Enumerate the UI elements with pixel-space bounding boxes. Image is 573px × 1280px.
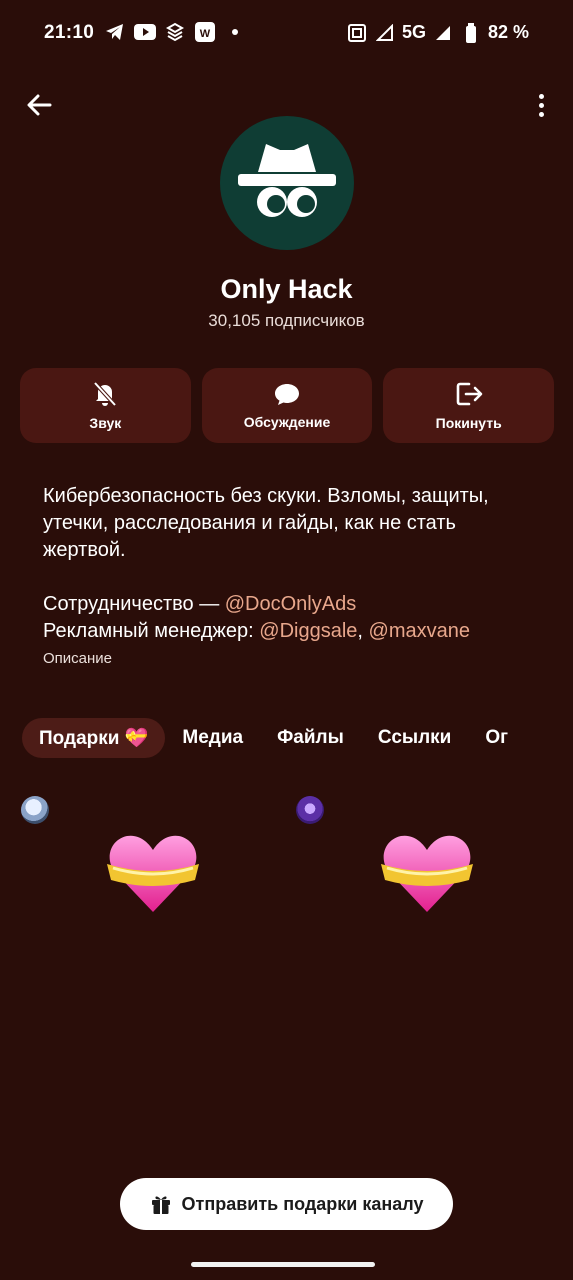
cooperation-line: Сотрудничество — @DocOnlyAds — [43, 591, 543, 618]
bell-off-icon — [93, 381, 117, 406]
status-time: 21:10 — [44, 22, 95, 43]
home-indicator[interactable] — [191, 1262, 375, 1267]
manager-prefix: Рекламный менеджер: — [43, 620, 260, 642]
signal-full-icon — [432, 23, 454, 43]
gift-sender-avatar[interactable] — [21, 796, 49, 824]
app-icon — [164, 22, 186, 42]
tab-bar: Подарки 💝 Медиа Файлы Ссылки Ог — [0, 710, 573, 766]
send-gifts-button[interactable]: Отправить подарки каналу — [120, 1178, 453, 1230]
tab-media[interactable]: Медиа — [165, 718, 260, 758]
cooperation-prefix: Сотрудничество — — [43, 593, 225, 615]
description-label: Описание — [43, 650, 113, 667]
gift-sender-avatar[interactable] — [296, 796, 324, 824]
manager-link-diggsale[interactable]: @Diggsale — [259, 620, 357, 642]
send-gifts-label: Отправить подарки каналу — [181, 1193, 424, 1214]
channel-description: Кибербезопасность без скуки. Взломы, защ… — [43, 483, 543, 645]
mute-button[interactable]: Звук — [20, 368, 191, 443]
channel-avatar[interactable] — [220, 116, 354, 250]
telegram-icon — [104, 22, 126, 42]
gift-box-icon — [151, 1196, 170, 1214]
svg-text:W: W — [200, 28, 211, 40]
leave-button[interactable]: Покинуть — [383, 368, 555, 443]
manager-link-maxvane[interactable]: @maxvane — [369, 620, 470, 642]
channel-title: Only Hack — [220, 274, 353, 304]
manager-line: Рекламный менеджер: @Diggsale, @maxvane — [43, 618, 543, 645]
cooperation-link[interactable]: @DocOnlyAds — [225, 593, 356, 615]
dot-icon — [224, 22, 246, 42]
subscriber-count: 30,105 подписчиков — [208, 311, 365, 330]
tab-links[interactable]: Ссылки — [361, 718, 469, 758]
nfc-icon — [346, 23, 368, 43]
battery-icon — [460, 22, 482, 43]
channel-actions: Звук Обсуждение Покинуть — [20, 368, 555, 443]
description-text: Кибербезопасность без скуки. Взломы, защ… — [43, 485, 489, 561]
heart-gift-icon[interactable] — [377, 826, 477, 916]
network-type: 5G — [401, 22, 426, 42]
status-right: 5G 82 % — [346, 22, 529, 43]
heart-gift-icon[interactable] — [103, 826, 203, 916]
tab-list: Подарки 💝 Медиа Файлы Ссылки Ог — [22, 718, 525, 758]
more-dot — [538, 93, 544, 99]
arrow-left-icon — [27, 94, 52, 116]
chat-bubble-icon — [275, 383, 299, 405]
back-button[interactable] — [22, 88, 56, 122]
youtube-icon — [134, 22, 156, 42]
more-dot — [538, 102, 544, 108]
more-options-button[interactable] — [529, 88, 553, 122]
discussion-label: Обсуждение — [243, 413, 331, 430]
notification-icons: W — [104, 22, 246, 42]
tab-gifts[interactable]: Подарки 💝 — [22, 718, 166, 758]
more-dot — [538, 111, 544, 117]
spy-hat-icon — [238, 144, 336, 217]
tab-files[interactable]: Файлы — [260, 718, 361, 758]
signal-icon — [374, 23, 396, 43]
manager-separator: , — [357, 620, 369, 642]
exit-icon — [456, 382, 482, 405]
discussion-button[interactable]: Обсуждение — [201, 368, 373, 443]
wildberries-icon: W — [194, 22, 216, 42]
tab-overflow[interactable]: Ог — [468, 718, 525, 758]
leave-label: Покинуть — [435, 414, 502, 431]
mute-label: Звук — [89, 414, 122, 431]
battery-level: 82 % — [487, 22, 529, 42]
